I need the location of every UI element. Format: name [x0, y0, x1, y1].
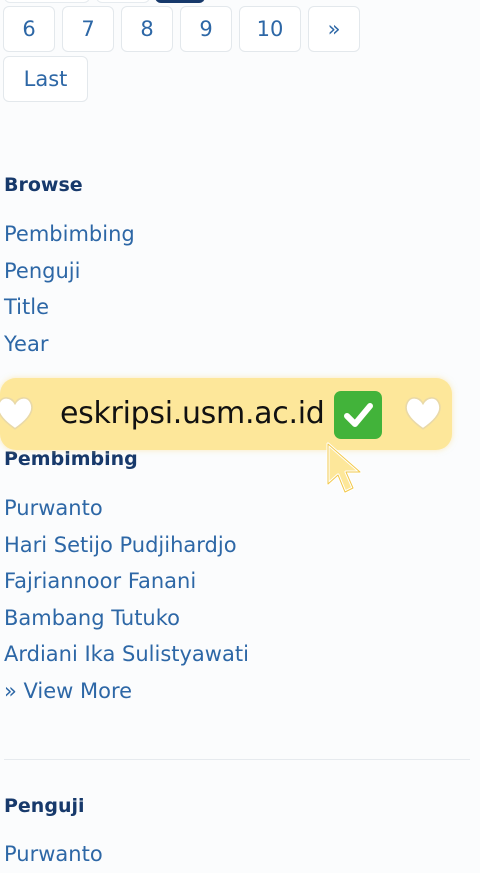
penguji-link[interactable]: Purwanto — [4, 836, 103, 873]
pagination-previous-row — [0, 0, 480, 4]
browse-link-title[interactable]: Title — [4, 289, 135, 326]
browse-link-year[interactable]: Year — [4, 326, 135, 363]
banner-url-text: eskripsi.usm.ac.id — [60, 396, 325, 431]
mouse-pointer-icon — [326, 442, 362, 494]
white-heart-icon — [405, 397, 441, 430]
page-button-7[interactable]: 7 — [62, 6, 114, 52]
page-button-active-stub[interactable] — [155, 0, 205, 3]
pembimbing-link[interactable]: Purwanto — [4, 490, 249, 527]
view-more-link[interactable]: » View More — [4, 673, 249, 710]
browse-list: Pembimbing Penguji Title Year — [4, 216, 135, 362]
pembimbing-link[interactable]: Fajriannoor Fanani — [4, 563, 249, 600]
section-divider — [4, 759, 470, 760]
page-button-8[interactable]: 8 — [121, 6, 173, 52]
pembimbing-link[interactable]: Hari Setijo Pudjihardjo — [4, 527, 249, 564]
pembimbing-link[interactable]: Bambang Tutuko — [4, 600, 249, 637]
page-button-6[interactable]: 6 — [3, 6, 55, 52]
white-heart-icon — [0, 397, 33, 430]
next-page-button[interactable]: » — [308, 6, 360, 52]
pembimbing-heading: Pembimbing — [4, 448, 138, 470]
penguji-heading: Penguji — [4, 795, 85, 817]
page-button-stub[interactable] — [96, 0, 150, 3]
website-banner: eskripsi.usm.ac.id — [0, 378, 452, 450]
pagination: 6 7 8 9 10 » — [3, 6, 360, 52]
check-mark-icon — [334, 391, 382, 439]
page-button-9[interactable]: 9 — [180, 6, 232, 52]
browse-link-penguji[interactable]: Penguji — [4, 253, 135, 290]
penguji-list: Purwanto — [4, 836, 103, 873]
page-button-stub[interactable] — [4, 0, 90, 3]
pembimbing-list: Purwanto Hari Setijo Pudjihardjo Fajrian… — [4, 490, 249, 709]
browse-heading: Browse — [4, 174, 83, 196]
browse-link-pembimbing[interactable]: Pembimbing — [4, 216, 135, 253]
pembimbing-link[interactable]: Ardiani Ika Sulistyawati — [4, 636, 249, 673]
last-page-button[interactable]: Last — [3, 56, 88, 102]
page-button-10[interactable]: 10 — [239, 6, 301, 52]
